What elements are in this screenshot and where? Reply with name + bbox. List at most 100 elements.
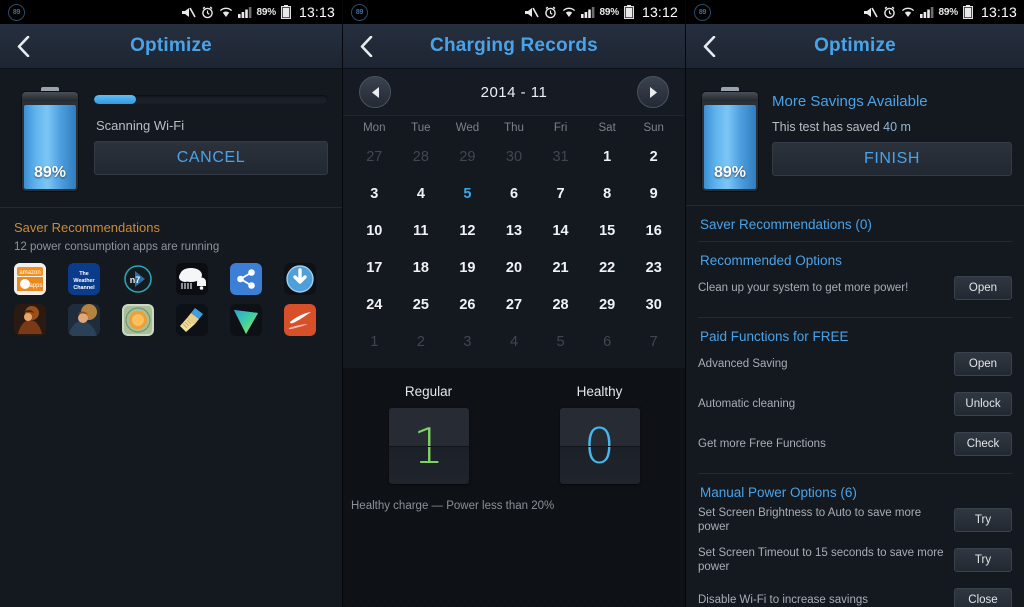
game-hero-icon[interactable] (68, 304, 100, 336)
manual-power-options-header: Manual Power Options (6) (700, 485, 857, 500)
weekday-label: Thu (504, 122, 524, 134)
share-icon[interactable] (230, 263, 262, 295)
calendar-day-selected[interactable]: 5 (444, 175, 491, 212)
game-rpg-icon[interactable] (14, 304, 46, 336)
calendar-day[interactable]: 9 (630, 175, 677, 212)
calendar-day[interactable]: 7 (630, 323, 677, 360)
calendar-day[interactable]: 25 (398, 286, 445, 323)
calendar-day[interactable]: 2 (398, 323, 445, 360)
saver-recommendations-header: Saver Recommendations (0) (700, 217, 872, 232)
next-month-icon (649, 86, 657, 98)
calendar-day[interactable]: 6 (584, 323, 631, 360)
amazon-appstore-icon[interactable]: amazon apps (14, 263, 46, 295)
manual-power-option-action-button[interactable]: Try (954, 548, 1012, 572)
paid-function-action-button[interactable]: Open (954, 352, 1012, 376)
recommended-options-header: Recommended Options (700, 253, 842, 268)
paid-function-label: Automatic cleaning (698, 398, 796, 410)
manual-power-option-label: Disable Wi-Fi to increase savings (698, 594, 869, 606)
calendar-day[interactable]: 10 (351, 212, 398, 249)
calendar-day[interactable]: 24 (351, 286, 398, 323)
status-battery-percent: 89% (599, 6, 620, 18)
calendar-day[interactable]: 17 (351, 249, 398, 286)
finish-button[interactable]: FINISH (772, 142, 1012, 176)
manual-power-option-action-button[interactable]: Try (954, 508, 1012, 532)
scan-progress-fill (94, 95, 137, 104)
calendar-day[interactable]: 13 (491, 212, 538, 249)
mute-icon (863, 7, 878, 17)
signal-icon (919, 7, 933, 18)
svg-text:n7: n7 (130, 275, 141, 285)
panel-charging-records: 89 89% 13:12 Charging Records 2014 - 11 (342, 0, 686, 607)
calendar-day[interactable]: 16 (630, 212, 677, 249)
rain-alarm-icon[interactable] (176, 263, 208, 295)
calendar-day[interactable]: 21 (537, 249, 584, 286)
manual-power-options-rows: Set Screen Brightness to Auto to save mo… (698, 500, 1012, 607)
healthy-label: Healthy (576, 384, 623, 399)
manual-power-option-action-button[interactable]: Close (954, 588, 1012, 607)
month-navigator: 2014 - 11 (343, 69, 685, 116)
calendar-day[interactable]: 11 (398, 212, 445, 249)
calendar-day[interactable]: 5 (537, 323, 584, 360)
calendar-day[interactable]: 30 (630, 286, 677, 323)
running-apps-grid: amazon apps The Weather Channel n7 (0, 253, 342, 336)
healthy-count-value: 0 (583, 417, 616, 475)
paid-function-action-button[interactable]: Check (954, 432, 1012, 456)
saver-recommendations-subtitle: 12 power consumption apps are running (14, 241, 220, 253)
calendar-day[interactable]: 29 (584, 286, 631, 323)
cancel-button[interactable]: CANCEL (94, 141, 328, 175)
scanning-status-text: Scanning Wi-Fi (96, 118, 185, 133)
calendar-day[interactable]: 18 (398, 249, 445, 286)
calendar-day[interactable]: 28 (398, 138, 445, 175)
calendar-day[interactable]: 30 (491, 138, 538, 175)
calendar-day[interactable]: 15 (584, 212, 631, 249)
weather-channel-icon[interactable]: The Weather Channel (68, 263, 100, 295)
calendar-day[interactable]: 3 (351, 175, 398, 212)
paid-function-label: Advanced Saving (698, 358, 788, 370)
calendar-day[interactable]: 26 (444, 286, 491, 323)
optimize-options-list: Saver Recommendations (0) Recommended Op… (686, 206, 1024, 607)
nike-icon[interactable] (284, 304, 316, 336)
download-icon[interactable] (284, 263, 316, 295)
month-label: 2014 - 11 (480, 83, 548, 101)
calendar-day[interactable]: 29 (444, 138, 491, 175)
title-bar-left: Optimize (0, 24, 342, 69)
calendar-day[interactable]: 7 (537, 175, 584, 212)
weekday-label: Sun (643, 122, 664, 134)
signal-icon (580, 7, 594, 18)
calendar-day[interactable]: 23 (630, 249, 677, 286)
calendar-day[interactable]: 4 (398, 175, 445, 212)
panel-optimize-scanning: 89 89% 13:13 Optimize 89% Scanning Wi-Fi… (0, 0, 342, 607)
clean-master-icon[interactable] (176, 304, 208, 336)
paid-function-action-button[interactable]: Unlock (954, 392, 1012, 416)
status-badge-count: 89 (8, 3, 25, 21)
es-explorer-icon[interactable] (230, 304, 262, 336)
game-orb-icon[interactable] (122, 304, 154, 336)
calendar-day[interactable]: 28 (537, 286, 584, 323)
calendar-day[interactable]: 27 (491, 286, 538, 323)
manual-power-option-row: Set Screen Brightness to Auto to save mo… (698, 500, 1012, 540)
calendar-day[interactable]: 14 (537, 212, 584, 249)
calendar-day[interactable]: 2 (630, 138, 677, 175)
weekday-label: Tue (411, 122, 431, 134)
alarm-icon (883, 6, 895, 18)
calendar-day[interactable]: 31 (537, 138, 584, 175)
calendar-day[interactable]: 12 (444, 212, 491, 249)
recommended-option-label: Clean up your system to get more power! (698, 282, 909, 294)
calendar-day[interactable]: 19 (444, 249, 491, 286)
calendar-day[interactable]: 4 (491, 323, 538, 360)
calendar-day[interactable]: 3 (444, 323, 491, 360)
next-month-button[interactable] (637, 76, 669, 108)
calendar-day[interactable]: 20 (491, 249, 538, 286)
calendar-day[interactable]: 22 (584, 249, 631, 286)
calendar-day[interactable]: 6 (491, 175, 538, 212)
savings-detail-prefix: This test has saved (772, 120, 884, 134)
calendar-day[interactable]: 1 (584, 138, 631, 175)
calendar-day[interactable]: 27 (351, 138, 398, 175)
calendar-day[interactable]: 1 (351, 323, 398, 360)
calendar-day[interactable]: 8 (584, 175, 631, 212)
recommended-option-action-button[interactable]: Open (954, 276, 1012, 300)
weekday-label: Fri (553, 122, 568, 134)
manual-power-option-row: Disable Wi-Fi to increase savings Close (698, 580, 1012, 607)
n7player-icon[interactable]: n7 (122, 263, 154, 295)
prev-month-button[interactable] (359, 76, 391, 108)
